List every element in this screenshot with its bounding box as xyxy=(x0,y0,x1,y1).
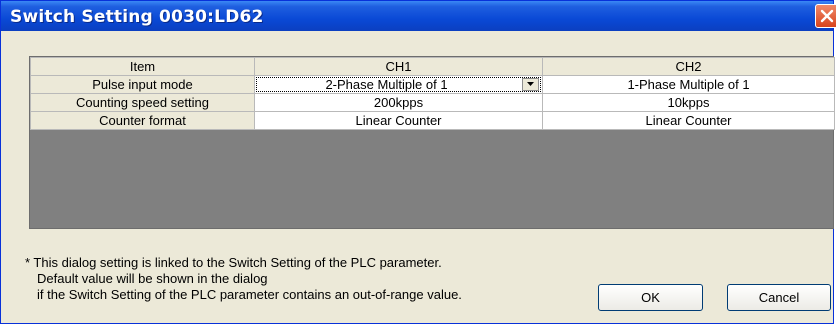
note-line: * This dialog setting is linked to the S… xyxy=(25,255,442,270)
dialog-title: Switch Setting 0030:LD62 xyxy=(10,7,264,27)
switch-setting-grid: Item CH1 CH2 Pulse input mode 2-Phase Mu… xyxy=(29,56,835,229)
close-button[interactable] xyxy=(815,4,836,28)
counting-speed-ch2-cell[interactable]: 10kpps xyxy=(542,93,835,112)
counter-format-ch1-cell[interactable]: Linear Counter xyxy=(254,111,543,130)
switch-setting-dialog: Switch Setting 0030:LD62 Item CH1 CH2 Pu… xyxy=(0,0,836,324)
pulse-input-mode-ch1-cell[interactable]: 2-Phase Multiple of 1 xyxy=(254,75,543,94)
close-icon xyxy=(820,9,834,23)
row-label-counter-format: Counter format xyxy=(30,111,255,130)
pulse-input-mode-ch1-value: 2-Phase Multiple of 1 xyxy=(325,77,448,92)
table-row: Counting speed setting 200kpps 10kpps xyxy=(30,93,835,112)
counter-format-ch2-cell[interactable]: Linear Counter xyxy=(542,111,835,130)
pulse-input-mode-ch1-select[interactable]: 2-Phase Multiple of 1 xyxy=(256,77,541,92)
column-header-ch1: CH1 xyxy=(254,57,543,76)
title-bar[interactable]: Switch Setting 0030:LD62 xyxy=(1,1,836,31)
pulse-input-mode-ch2-cell[interactable]: 1-Phase Multiple of 1 xyxy=(542,75,835,94)
parameter-link-note: * This dialog setting is linked to the S… xyxy=(25,255,462,303)
ok-button[interactable]: OK xyxy=(598,284,703,311)
row-label-pulse-input-mode: Pulse input mode xyxy=(30,75,255,94)
table-row: Counter format Linear Counter Linear Cou… xyxy=(30,111,835,130)
table-row: Pulse input mode 2-Phase Multiple of 1 1… xyxy=(30,75,835,94)
column-header-item: Item xyxy=(30,57,255,76)
table-header-row: Item CH1 CH2 xyxy=(30,57,835,76)
settings-table: Item CH1 CH2 Pulse input mode 2-Phase Mu… xyxy=(30,57,835,130)
dropdown-button[interactable] xyxy=(522,78,539,91)
cancel-button[interactable]: Cancel xyxy=(727,284,831,311)
note-line: if the Switch Setting of the PLC paramet… xyxy=(37,287,462,302)
counting-speed-ch1-cell[interactable]: 200kpps xyxy=(254,93,543,112)
chevron-down-icon xyxy=(527,82,534,86)
row-label-counting-speed: Counting speed setting xyxy=(30,93,255,112)
note-line: Default value will be shown in the dialo… xyxy=(37,271,268,286)
column-header-ch2: CH2 xyxy=(542,57,835,76)
